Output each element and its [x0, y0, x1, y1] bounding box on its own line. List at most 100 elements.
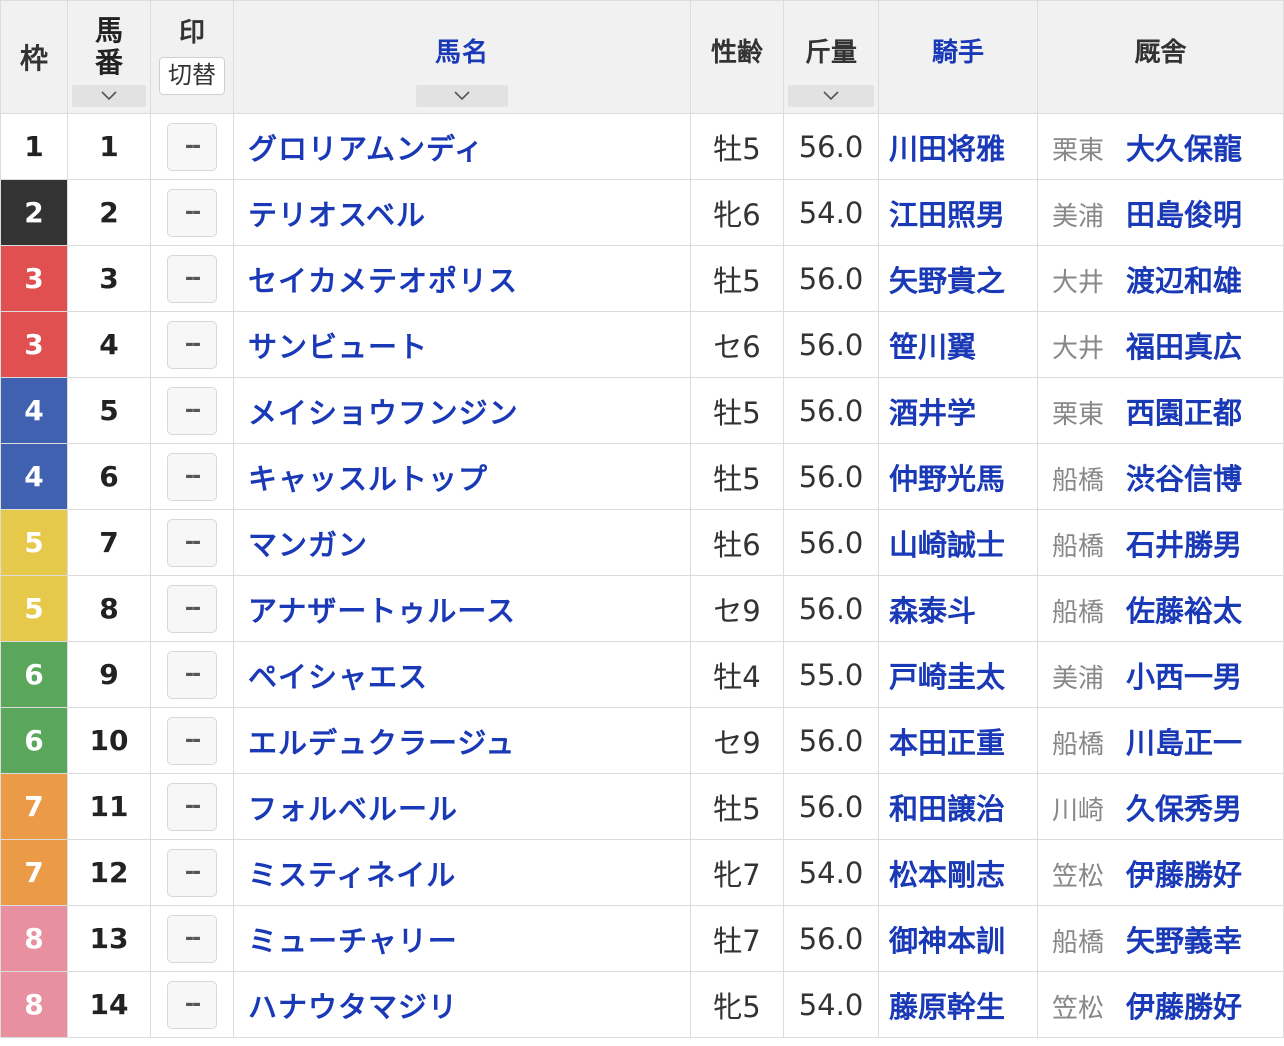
horse-name-link[interactable]: フォルベルール: [233, 773, 691, 840]
umaban-cell: 2: [67, 179, 151, 246]
trainer-area: 美浦: [1052, 663, 1105, 694]
mark-cell: --: [150, 707, 234, 774]
sex-age-cell: 牡5: [690, 245, 784, 312]
trainer-area: 川崎: [1052, 795, 1105, 826]
horse-name-link[interactable]: ペイシャエス: [233, 641, 691, 708]
umaban-cell: 11: [67, 773, 151, 840]
jockey-link[interactable]: 和田譲治: [878, 773, 1038, 840]
jockey-link[interactable]: 江田照男: [878, 179, 1038, 246]
trainer-link[interactable]: 川島正一: [1126, 726, 1242, 760]
table-row: 6 10 -- エルデュクラージュ セ9 56.0 本田正重 船橋 川島正一: [0, 707, 1284, 774]
trainer-link[interactable]: 田島俊明: [1126, 198, 1242, 232]
jockey-link[interactable]: 森泰斗: [878, 575, 1038, 642]
trainer-link[interactable]: 佐藤裕太: [1126, 594, 1242, 628]
horse-name-link[interactable]: マンガン: [233, 509, 691, 576]
horse-name-link[interactable]: グロリアムンディ: [233, 113, 691, 180]
umaban-cell: 13: [67, 905, 151, 972]
mark-select-button[interactable]: --: [167, 188, 217, 237]
waku-cell: 4: [0, 443, 68, 510]
jockey-link[interactable]: 矢野貴之: [878, 245, 1038, 312]
trainer-link[interactable]: 石井勝男: [1126, 528, 1242, 562]
mark-select-button[interactable]: --: [167, 254, 217, 303]
mark-select-button[interactable]: --: [167, 518, 217, 567]
jockey-link[interactable]: 松本剛志: [878, 839, 1038, 906]
weight-cell: 54.0: [783, 971, 879, 1038]
horse-name-link[interactable]: ハナウタマジリ: [233, 971, 691, 1038]
horse-name-link[interactable]: ミスティネイル: [233, 839, 691, 906]
sex-age-cell: 牝6: [690, 179, 784, 246]
umaban-cell: 8: [67, 575, 151, 642]
jockey-link[interactable]: 酒井学: [878, 377, 1038, 444]
header-trainer: 厩舎: [1037, 0, 1284, 114]
trainer-link[interactable]: 渋谷信博: [1126, 462, 1242, 496]
mark-select-button[interactable]: --: [167, 782, 217, 831]
mark-select-button[interactable]: --: [167, 452, 217, 501]
waku-cell: 6: [0, 641, 68, 708]
sex-age-cell: 牝5: [690, 971, 784, 1038]
mark-select-button[interactable]: --: [167, 980, 217, 1029]
trainer-link[interactable]: 大久保龍: [1126, 132, 1242, 166]
horse-name-link[interactable]: メイショウフンジン: [233, 377, 691, 444]
table-row: 6 9 -- ペイシャエス 牡4 55.0 戸崎圭太 美浦 小西一男: [0, 641, 1284, 708]
waku-cell: 3: [0, 245, 68, 312]
trainer-link[interactable]: 西園正都: [1126, 396, 1242, 430]
jockey-link[interactable]: 藤原幹生: [878, 971, 1038, 1038]
horse-name-link[interactable]: ミューチャリー: [233, 905, 691, 972]
trainer-cell: 美浦 小西一男: [1037, 641, 1284, 708]
mark-select-button[interactable]: --: [167, 122, 217, 171]
sex-age-cell: 牡6: [690, 509, 784, 576]
horse-name-link[interactable]: アナザートゥルース: [233, 575, 691, 642]
sort-name-button[interactable]: [416, 85, 508, 107]
trainer-cell: 笠松 伊藤勝好: [1037, 839, 1284, 906]
weight-cell: 56.0: [783, 311, 879, 378]
mark-select-button[interactable]: --: [167, 320, 217, 369]
sex-age-cell: 牡5: [690, 773, 784, 840]
sex-age-cell: 牡5: [690, 113, 784, 180]
jockey-link[interactable]: 本田正重: [878, 707, 1038, 774]
mark-select-button[interactable]: --: [167, 650, 217, 699]
trainer-area: 美浦: [1052, 201, 1105, 232]
trainer-link[interactable]: 矢野義幸: [1126, 924, 1242, 958]
mark-select-button[interactable]: --: [167, 848, 217, 897]
mark-cell: --: [150, 443, 234, 510]
jockey-link[interactable]: 山崎誠士: [878, 509, 1038, 576]
trainer-cell: 大井 福田真広: [1037, 311, 1284, 378]
mark-select-button[interactable]: --: [167, 914, 217, 963]
sex-age-cell: セ9: [690, 707, 784, 774]
mark-toggle-button[interactable]: 切替: [159, 57, 225, 95]
mark-cell: --: [150, 641, 234, 708]
trainer-cell: 川崎 久保秀男: [1037, 773, 1284, 840]
table-row: 5 7 -- マンガン 牡6 56.0 山崎誠士 船橋 石井勝男: [0, 509, 1284, 576]
mark-select-button[interactable]: --: [167, 716, 217, 765]
sort-umaban-button[interactable]: [72, 85, 146, 107]
horse-name-link[interactable]: エルデュクラージュ: [233, 707, 691, 774]
weight-cell: 56.0: [783, 575, 879, 642]
horse-name-link[interactable]: サンビュート: [233, 311, 691, 378]
mark-cell: --: [150, 575, 234, 642]
trainer-area: 笠松: [1052, 861, 1105, 892]
trainer-link[interactable]: 伊藤勝好: [1126, 858, 1242, 892]
header-weight: 斤量: [783, 0, 879, 114]
sort-weight-button[interactable]: [788, 85, 874, 107]
horse-name-link[interactable]: キャッスルトップ: [233, 443, 691, 510]
jockey-link[interactable]: 笹川翼: [878, 311, 1038, 378]
horse-name-link[interactable]: テリオスベル: [233, 179, 691, 246]
trainer-link[interactable]: 久保秀男: [1126, 792, 1242, 826]
jockey-link[interactable]: 戸崎圭太: [878, 641, 1038, 708]
jockey-link[interactable]: 仲野光馬: [878, 443, 1038, 510]
sex-age-cell: セ9: [690, 575, 784, 642]
trainer-link[interactable]: 福田真広: [1126, 330, 1242, 364]
trainer-link[interactable]: 渡辺和雄: [1126, 264, 1242, 298]
jockey-link[interactable]: 川田将雅: [878, 113, 1038, 180]
mark-select-button[interactable]: --: [167, 584, 217, 633]
table-row: 7 11 -- フォルベルール 牡5 56.0 和田譲治 川崎 久保秀男: [0, 773, 1284, 840]
trainer-area: 船橋: [1052, 597, 1105, 628]
umaban-cell: 10: [67, 707, 151, 774]
chevron-down-icon: [823, 91, 839, 101]
mark-select-button[interactable]: --: [167, 386, 217, 435]
jockey-link[interactable]: 御神本訓: [878, 905, 1038, 972]
trainer-link[interactable]: 伊藤勝好: [1126, 990, 1242, 1024]
horse-name-link[interactable]: セイカメテオポリス: [233, 245, 691, 312]
umaban-cell: 12: [67, 839, 151, 906]
trainer-link[interactable]: 小西一男: [1126, 660, 1242, 694]
